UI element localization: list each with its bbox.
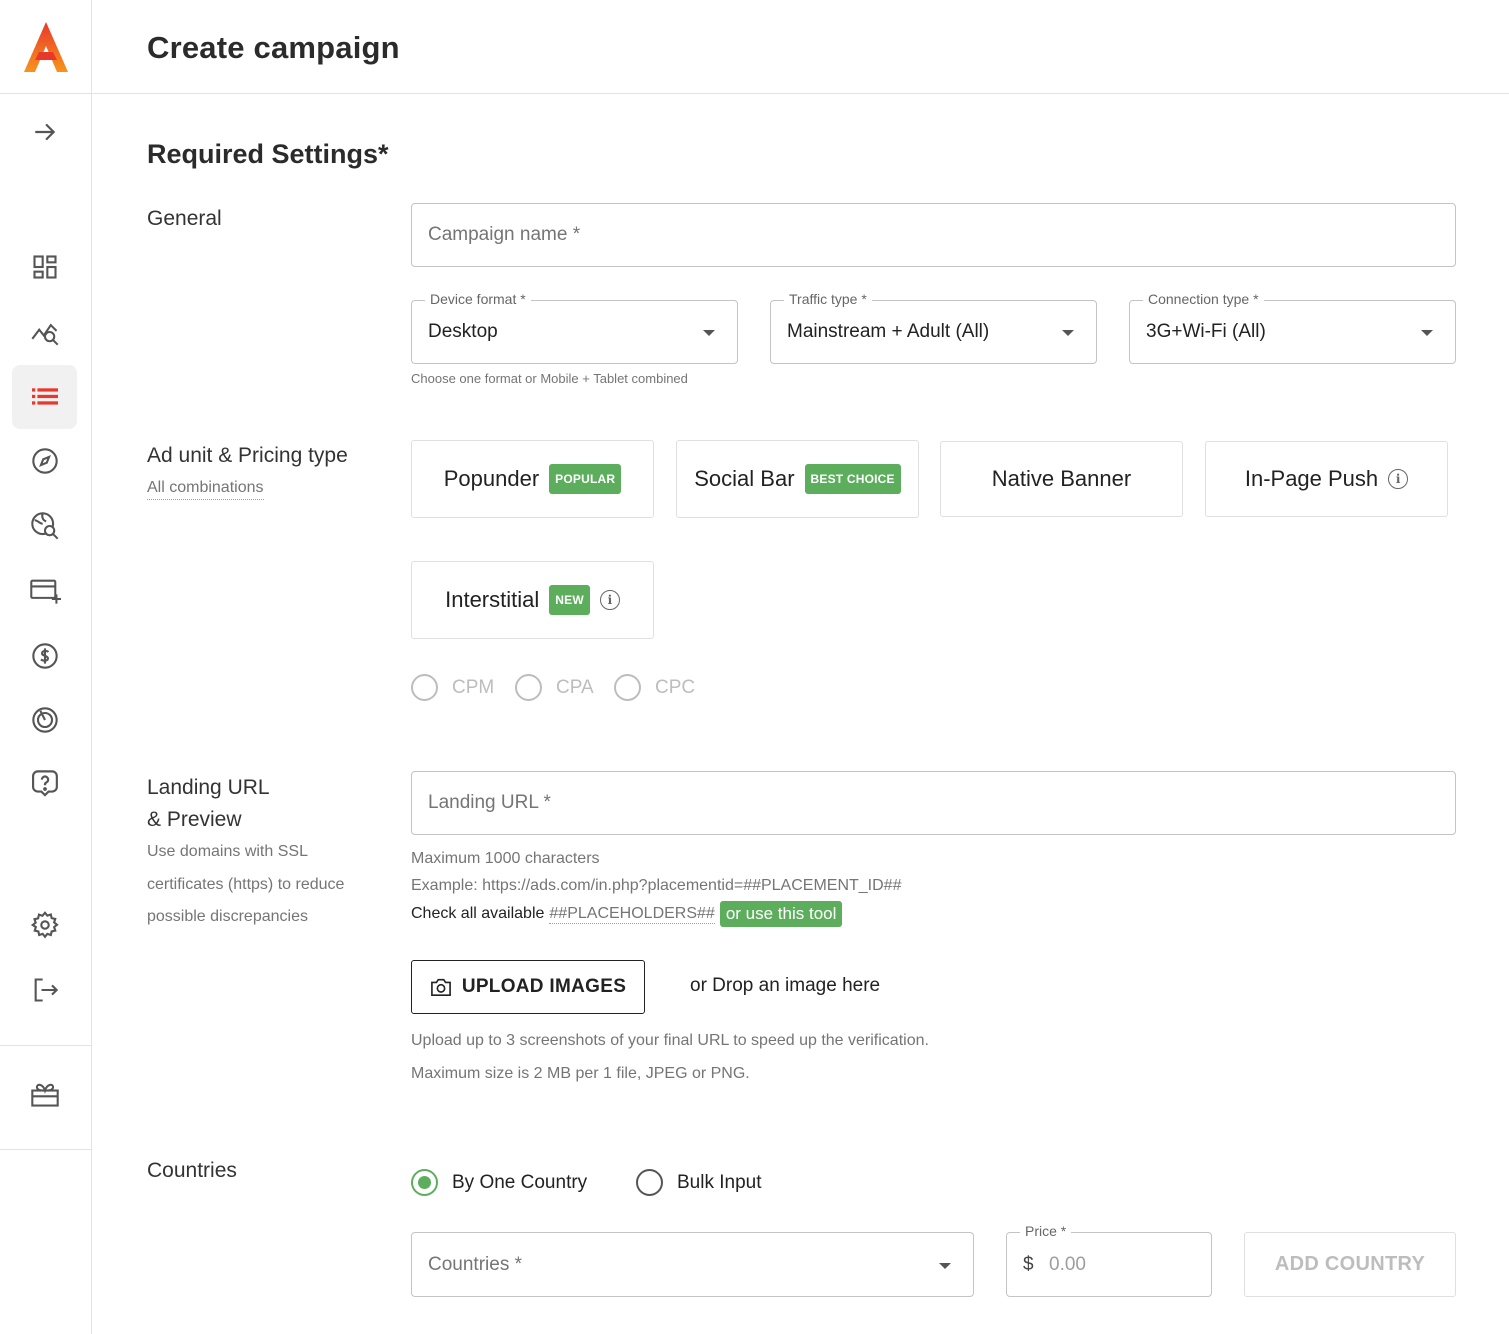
radio-circle	[515, 674, 542, 701]
popular-badge: POPULAR	[549, 464, 622, 494]
currency-symbol: $	[1023, 1253, 1034, 1275]
max-chars-hint: Maximum 1000 characters	[411, 850, 600, 867]
radio-circle	[411, 674, 438, 701]
chevron-down-icon	[1062, 330, 1074, 336]
radio-label: CPM	[452, 676, 495, 698]
ssl-hint-line1: Use domains with SSL	[147, 843, 308, 860]
ad-unit-name: Social Bar	[694, 466, 795, 491]
bulk-input-radio[interactable]: Bulk Input	[636, 1169, 762, 1196]
landing-url-label: Landing URL	[147, 776, 270, 799]
logo-icon	[23, 21, 68, 72]
device-format-hint: Choose one format or Mobile + Tablet com…	[411, 371, 688, 386]
device-format-value: Desktop	[428, 321, 498, 342]
landing-url-input[interactable]: Landing URL *	[411, 771, 1456, 835]
radio-label: Bulk Input	[677, 1171, 762, 1193]
upload-hint-line1: Upload up to 3 screenshots of your final…	[411, 1032, 929, 1049]
campaigns-list-icon[interactable]	[12, 365, 77, 429]
all-combinations-link[interactable]: All combinations	[147, 479, 264, 500]
globe-search-icon[interactable]	[12, 494, 77, 558]
upload-images-label: UPLOAD IMAGES	[461, 976, 627, 997]
info-icon[interactable]: i	[599, 590, 620, 610]
chevron-down-icon	[703, 330, 715, 336]
page-header: Create campaign	[92, 0, 1509, 94]
radio-label: CPA	[556, 676, 594, 698]
radio-circle	[614, 674, 641, 701]
dollar-icon[interactable]	[12, 624, 77, 688]
url-example-hint: Example: https://ads.com/in.php?placemen…	[411, 877, 902, 894]
pricing-cpm-radio[interactable]: CPM	[411, 674, 494, 701]
countries-placeholder: Countries *	[428, 1253, 522, 1275]
brand-logo[interactable]	[0, 0, 91, 94]
placeholders-link[interactable]: ##PLACEHOLDERS##	[549, 905, 715, 924]
connection-type-select[interactable]: Connection type * 3G+Wi-Fi (All)	[1129, 291, 1456, 364]
chevron-down-icon	[1421, 330, 1433, 336]
upload-images-button[interactable]: UPLOAD IMAGES	[411, 960, 645, 1014]
arrow-right-icon[interactable]	[12, 100, 77, 164]
camera-icon	[430, 978, 451, 996]
pricing-cpc-radio[interactable]: CPC	[614, 674, 695, 701]
sidebar-divider	[0, 1149, 91, 1150]
placeholders-row: Check all available ##PLACEHOLDERS## or …	[411, 901, 843, 927]
new-badge: NEW	[549, 585, 590, 615]
price-input[interactable]: Price * $ 0.00	[1006, 1223, 1212, 1297]
ad-unit-popunder[interactable]: Popunder POPULAR	[411, 440, 654, 518]
chevron-down-icon	[939, 1262, 951, 1269]
campaign-name-placeholder: Campaign name *	[428, 224, 581, 245]
device-format-select[interactable]: Device format * Desktop	[411, 291, 738, 364]
radio-label: CPC	[655, 676, 696, 698]
radio-circle	[411, 1169, 438, 1196]
upload-hint-line2: Maximum size is 2 MB per 1 file, JPEG or…	[411, 1065, 750, 1082]
ad-unit-name: Interstitial	[445, 587, 540, 612]
info-icon[interactable]: i	[1388, 469, 1409, 489]
pricing-cpa-radio[interactable]: CPA	[515, 674, 594, 701]
countries-label: Countries	[147, 1159, 237, 1182]
sidebar	[0, 0, 92, 1334]
ad-unit-name: Native Banner	[991, 466, 1132, 491]
ssl-hint-line3: possible discrepancies	[147, 908, 308, 925]
ad-unit-interstitial[interactable]: Interstitial NEW i	[411, 561, 654, 639]
add-payment-icon[interactable]	[12, 559, 77, 623]
logout-icon[interactable]	[12, 958, 77, 1022]
dashboard-icon[interactable]	[12, 235, 77, 299]
check-available-text: Check all available	[411, 905, 545, 922]
radio-label: By One Country	[452, 1171, 588, 1193]
ssl-hint-line2: certificates (https) to reduce	[147, 876, 345, 893]
statistics-icon[interactable]	[12, 300, 77, 364]
page-title: Create campaign	[147, 30, 400, 65]
add-country-button[interactable]: ADD COUNTRY	[1244, 1232, 1456, 1297]
countries-select[interactable]: Countries *	[411, 1232, 974, 1297]
best-choice-badge: BEST CHOICE	[804, 464, 901, 494]
radio-circle	[636, 1169, 663, 1196]
traffic-type-label: Traffic type *	[784, 291, 872, 307]
sidebar-divider	[0, 1045, 91, 1046]
compass-icon[interactable]	[12, 429, 77, 493]
connection-type-value: 3G+Wi-Fi (All)	[1146, 321, 1266, 342]
required-settings-title: Required Settings*	[147, 139, 389, 169]
campaign-name-input[interactable]: Campaign name *	[411, 203, 1456, 267]
gift-icon[interactable]	[12, 1062, 77, 1126]
price-placeholder: 0.00	[1049, 1253, 1086, 1275]
by-one-country-radio[interactable]: By One Country	[411, 1169, 587, 1196]
general-label: General	[147, 207, 222, 230]
landing-url-placeholder: Landing URL *	[428, 792, 551, 813]
traffic-type-select[interactable]: Traffic type * Mainstream + Adult (All)	[770, 291, 1097, 364]
target-icon[interactable]	[12, 688, 77, 752]
device-format-label: Device format *	[425, 291, 531, 307]
ad-unit-name: Popunder	[443, 466, 540, 491]
help-icon[interactable]	[12, 752, 77, 816]
use-tool-link[interactable]: or use this tool	[719, 901, 843, 927]
drop-image-text: or Drop an image here	[690, 975, 881, 996]
price-label: Price *	[1020, 1223, 1072, 1239]
connection-type-label: Connection type *	[1143, 291, 1264, 307]
ad-unit-in-page-push[interactable]: In-Page Push i	[1205, 441, 1448, 517]
ad-unit-name: In-Page Push	[1244, 466, 1379, 491]
landing-preview-label: & Preview	[147, 808, 242, 831]
traffic-type-value: Mainstream + Adult (All)	[787, 321, 990, 342]
gear-icon[interactable]	[12, 893, 77, 957]
ad-unit-label: Ad unit & Pricing type	[147, 444, 348, 467]
ad-unit-social-bar[interactable]: Social Bar BEST CHOICE	[676, 440, 919, 518]
ad-unit-native-banner[interactable]: Native Banner	[940, 441, 1183, 517]
